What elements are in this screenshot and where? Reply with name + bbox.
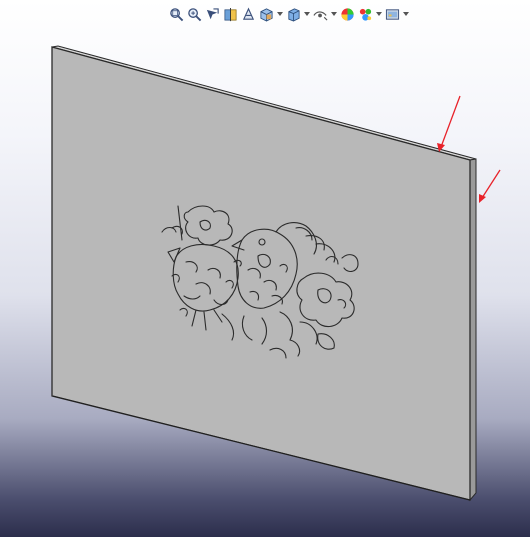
plate-front-face[interactable] [51,46,471,501]
annotation-arrow-top [437,95,461,152]
annotation-arrow-side [479,169,501,203]
graphics-area[interactable] [0,0,530,537]
